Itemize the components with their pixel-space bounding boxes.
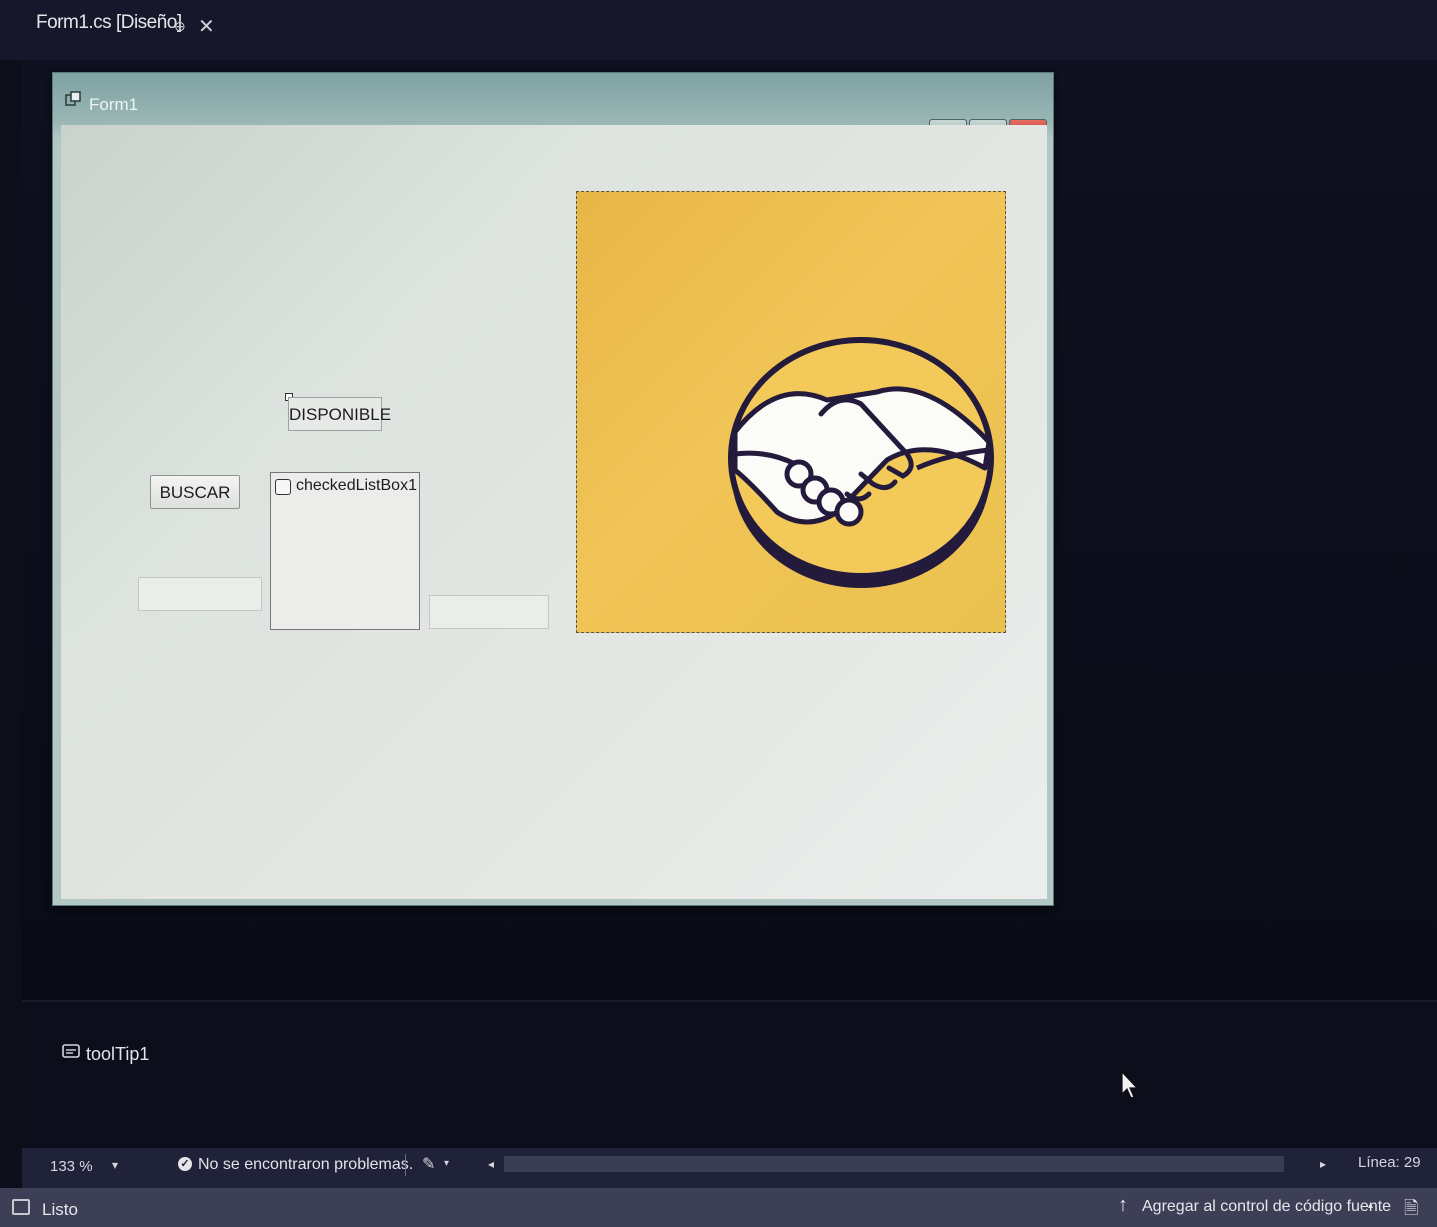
document-tab-title[interactable]: Form1.cs [Diseño] [36,12,182,34]
form-window[interactable]: Form1 ▬ ◻ ✕ DISPONIBLE BUSCAR checkedLis… [52,72,1054,906]
source-control-icon[interactable]: ↑ [1118,1194,1128,1217]
tooltip-icon [62,1044,80,1058]
handshake-icon [728,337,994,588]
cleanup-icon[interactable]: ✎ [422,1154,435,1174]
horizontal-scrollbar[interactable] [504,1156,1284,1172]
form-title: Form1 [89,95,139,114]
notification-icon[interactable]: 🗎 [1404,1196,1418,1226]
chevron-down-icon[interactable]: ▾ [112,1158,118,1172]
scroll-left-icon[interactable]: ◂ [488,1157,494,1171]
check-circle-icon: ✓ [178,1157,192,1171]
buscar-button[interactable]: BUSCAR [150,475,240,509]
chevron-down-icon[interactable]: ▾ [444,1158,449,1169]
status-bar: Listo ↑ Agregar al control de código fue… [0,1188,1437,1227]
search-textbox[interactable] [138,577,262,611]
mouse-cursor-icon [1121,1070,1138,1099]
checked-list-item-label[interactable]: checkedListBox1 [296,477,417,495]
disponible-label[interactable]: DISPONIBLE [288,397,391,431]
tooltip-component-label[interactable]: toolTip1 [86,1044,149,1065]
checked-list-box[interactable]: checkedListBox1 [270,472,420,630]
output-window-icon[interactable] [12,1199,30,1215]
line-indicator: Línea: 29 [1358,1154,1421,1171]
component-tray: toolTip1 [22,1000,1437,1150]
checkbox-icon[interactable] [275,479,291,495]
divider [405,1154,406,1176]
status-text: Listo [42,1200,78,1219]
picture-box[interactable] [576,191,1006,633]
close-icon[interactable]: ✕ [198,14,215,39]
source-control-button[interactable]: Agregar al control de código fuente [1142,1198,1391,1216]
pin-icon[interactable]: ⊕ [174,18,186,35]
scroll-right-icon[interactable]: ▸ [1320,1157,1326,1171]
form-app-icon [65,91,81,106]
form-client-area: DISPONIBLE BUSCAR checkedListBox1 [61,125,1047,899]
form-titlebar[interactable]: Form1 [53,73,1053,125]
issues-status[interactable]: No se encontraron problemas. [198,1156,413,1174]
chevron-up-icon[interactable]: ▴ [1368,1200,1373,1211]
zoom-level[interactable]: 133 % [50,1158,93,1175]
result-textbox[interactable] [429,595,549,629]
editor-bottom-bar: 133 % ▾ ✓ No se encontraron problemas. ✎… [22,1148,1437,1188]
document-tab-strip: Form1.cs [Diseño] ⊕ ✕ [0,0,1437,60]
